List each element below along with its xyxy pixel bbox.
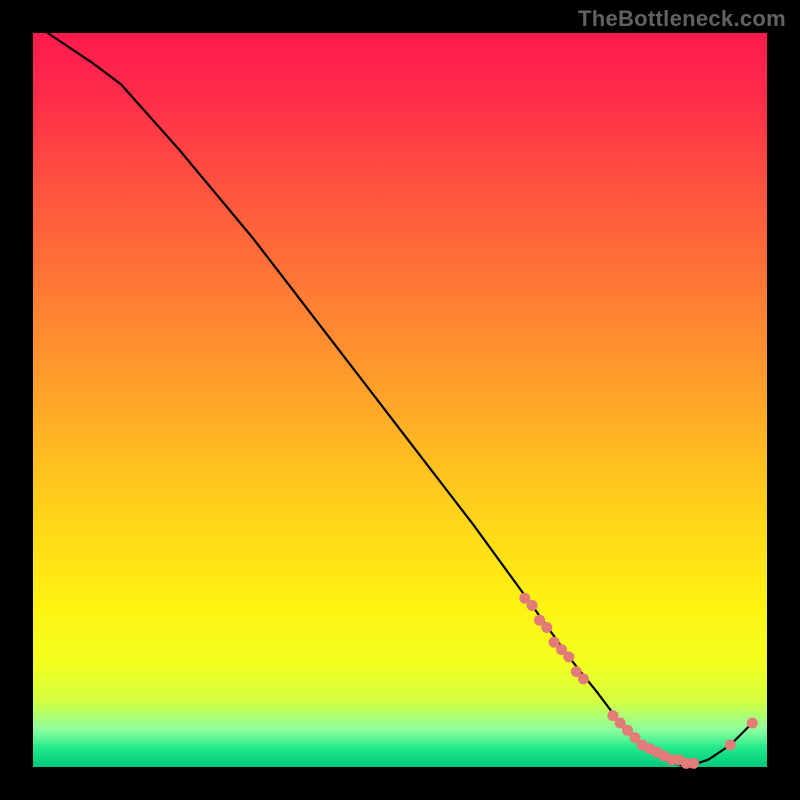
watermark-text: TheBottleneck.com <box>578 6 786 32</box>
highlight-point <box>747 718 758 729</box>
highlight-point <box>578 673 589 684</box>
chart-svg <box>0 0 800 800</box>
highlight-point <box>563 651 574 662</box>
highlight-point <box>688 758 699 769</box>
chart-root: TheBottleneck.com <box>0 0 800 800</box>
highlight-point <box>541 622 552 633</box>
highlight-point <box>725 740 736 751</box>
highlight-point <box>527 600 538 611</box>
plot-background <box>33 33 767 767</box>
